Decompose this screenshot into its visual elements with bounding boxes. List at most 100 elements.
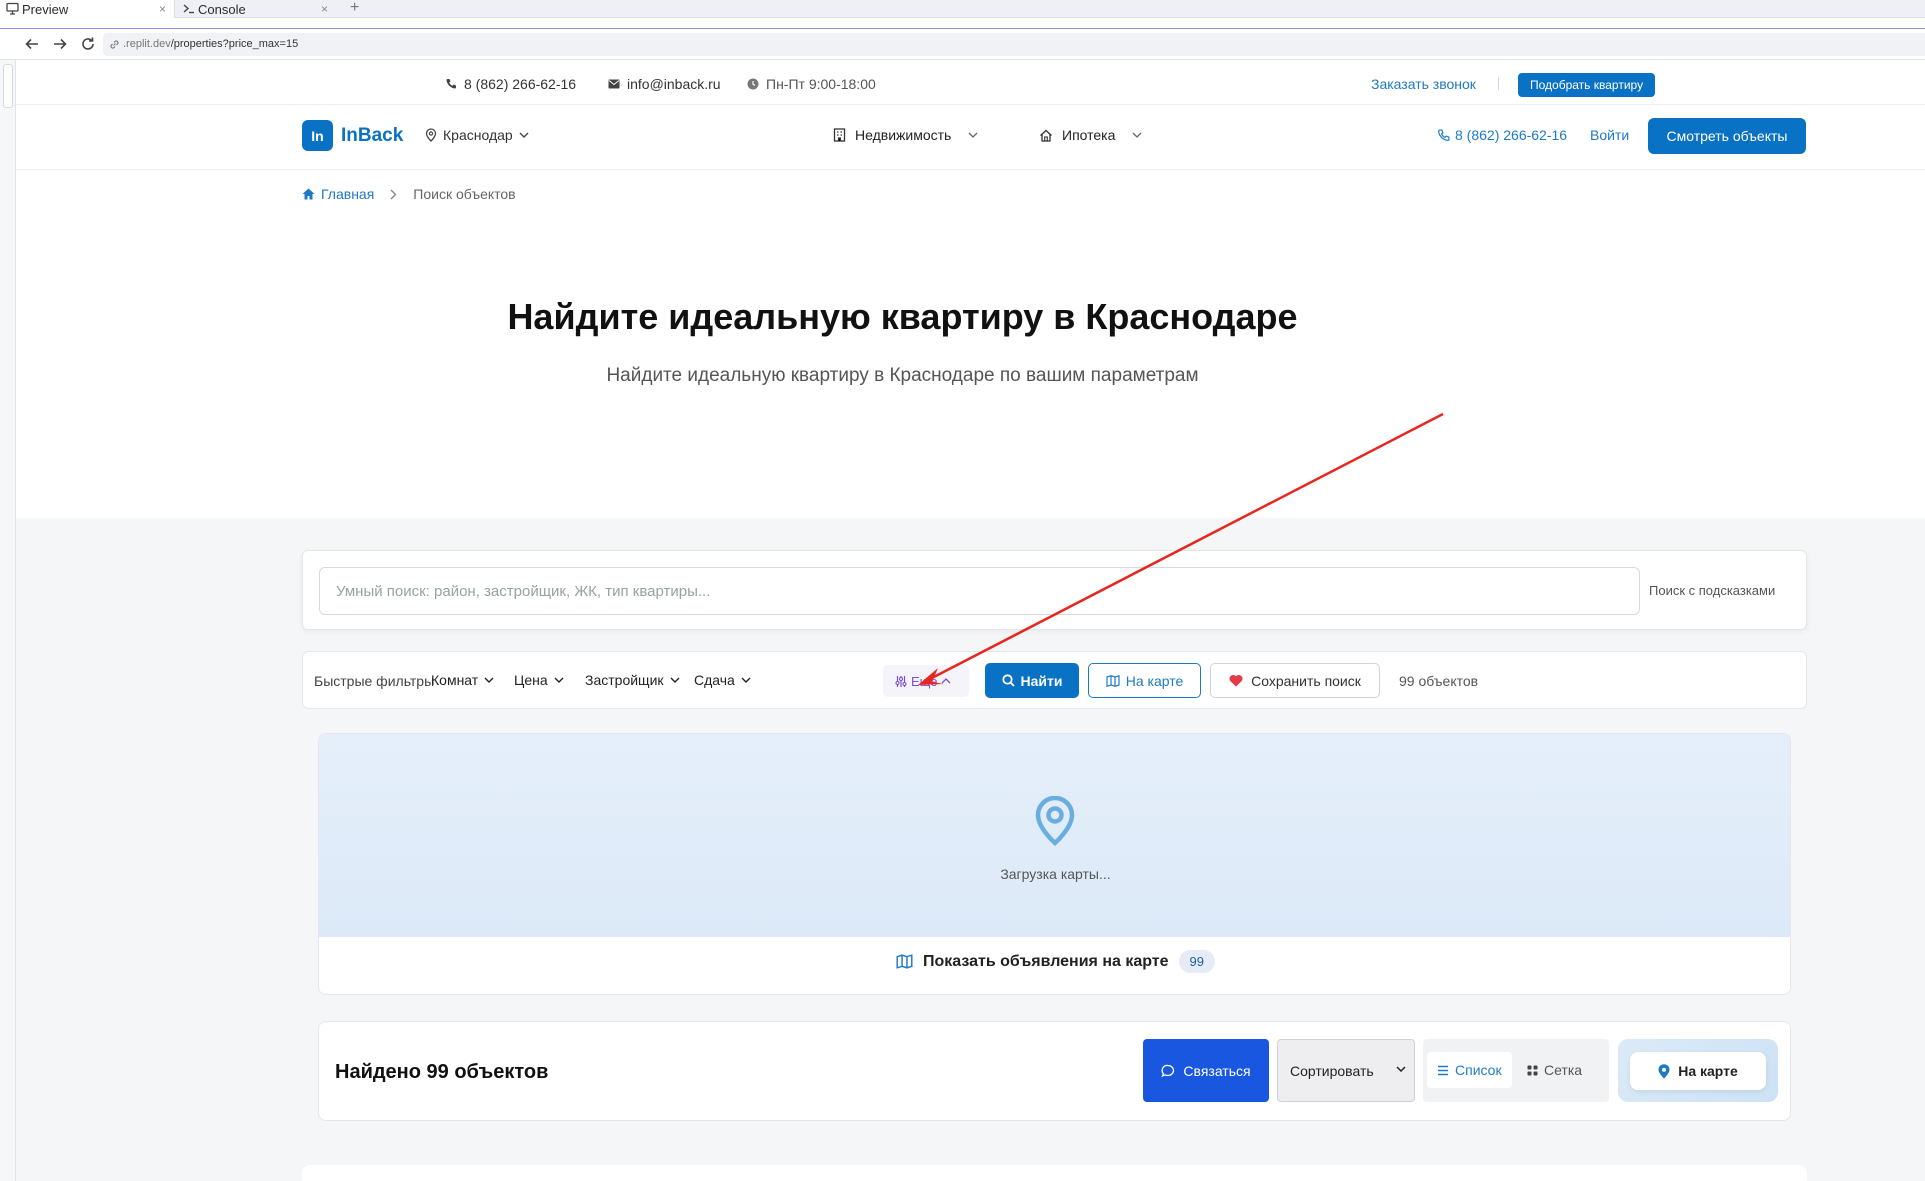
more-filters-button[interactable]: Еще xyxy=(883,665,969,697)
grid-view-button[interactable]: Сетка xyxy=(1517,1052,1592,1088)
filter-price-label: Цена xyxy=(514,672,548,688)
quick-filters-label: Быстрые фильтры xyxy=(314,673,435,689)
sort-label: Сортировать xyxy=(1290,1062,1374,1079)
find-button-label: Найти xyxy=(1020,672,1063,689)
address-bar: .replit.dev/properties?price_max=15 xyxy=(0,28,1925,60)
filter-delivery-dropdown[interactable]: Сдача xyxy=(694,672,751,688)
find-button[interactable]: Найти xyxy=(985,663,1079,698)
tab-console[interactable]: Console × xyxy=(176,0,336,18)
view-objects-button[interactable]: Смотреть объекты xyxy=(1648,118,1806,154)
results-map-button[interactable]: На карте xyxy=(1630,1052,1766,1090)
smart-search-input[interactable] xyxy=(319,567,1640,615)
forward-arrow-icon[interactable] xyxy=(52,36,68,52)
topinfo-email[interactable]: info@inback.ru xyxy=(608,76,721,92)
breadcrumb-home-label: Главная xyxy=(321,186,375,202)
breadcrumb-home[interactable]: Главная xyxy=(302,186,374,202)
list-view-button[interactable]: Список xyxy=(1427,1052,1512,1088)
search-hint: Поиск с подсказками xyxy=(1649,583,1776,598)
reload-icon[interactable] xyxy=(80,36,96,52)
topinfo-phone-text: 8 (862) 266-62-16 xyxy=(464,76,577,92)
home-icon xyxy=(1039,129,1053,142)
side-panel-strip xyxy=(0,60,16,1181)
results-map-label: На карте xyxy=(1678,1063,1738,1079)
close-icon[interactable]: × xyxy=(321,0,328,18)
url-path: /properties?price_max=15 xyxy=(170,38,299,50)
page-subtitle: Найдите идеальную квартиру в Краснодаре … xyxy=(606,365,1199,386)
chevron-up-icon xyxy=(941,678,951,684)
topinfo-phone[interactable]: 8 (862) 266-62-16 xyxy=(445,76,576,92)
nav-mortgage[interactable]: Ипотека xyxy=(1039,127,1142,143)
chevron-down-icon xyxy=(670,677,680,683)
close-icon[interactable]: × xyxy=(159,0,166,18)
panel-handle[interactable] xyxy=(3,64,13,108)
breadcrumb-current: Поиск объектов xyxy=(413,186,516,202)
tab-preview[interactable]: Preview × xyxy=(0,0,175,18)
tab-preview-label: Preview xyxy=(22,1,69,17)
filter-developer-dropdown[interactable]: Застройщик xyxy=(585,672,680,688)
contact-button[interactable]: Связаться xyxy=(1143,1039,1269,1102)
filter-rooms-dropdown[interactable]: Комнат xyxy=(431,672,494,688)
breadcrumb: Главная Поиск объектов xyxy=(302,186,516,202)
grid-icon xyxy=(1527,1065,1538,1076)
chat-icon xyxy=(1161,1064,1175,1078)
map-pin-icon xyxy=(425,128,437,142)
back-arrow-icon[interactable] xyxy=(24,36,40,52)
logo-name: InBack xyxy=(341,124,404,146)
search-icon xyxy=(1001,674,1015,687)
nav-realty[interactable]: Недвижимость xyxy=(833,127,978,143)
heart-icon xyxy=(1229,674,1243,687)
topinfo-email-text: info@inback.ru xyxy=(627,76,721,92)
save-search-button[interactable]: Сохранить поиск xyxy=(1210,663,1380,698)
nav-mortgage-label: Ипотека xyxy=(1062,127,1116,143)
save-search-label: Сохранить поиск xyxy=(1251,672,1361,689)
show-on-map-link[interactable]: Показать объявления на карте 99 xyxy=(319,950,1790,973)
map-card: Загрузка карты... Показать объявления на… xyxy=(318,733,1791,995)
new-tab-button[interactable]: + xyxy=(350,0,359,17)
on-map-button[interactable]: На карте xyxy=(1088,663,1201,698)
objects-count: 99 объектов xyxy=(1399,673,1479,689)
chevron-down-icon xyxy=(519,132,529,138)
clock-icon xyxy=(747,78,759,90)
page-title: Найдите идеальную квартиру в Краснодаре xyxy=(507,296,1298,337)
list-icon xyxy=(1437,1065,1449,1076)
url-field[interactable]: .replit.dev/properties?price_max=15 xyxy=(103,33,1925,56)
map-icon xyxy=(896,954,913,969)
callback-link[interactable]: Заказать звонок xyxy=(1371,76,1476,92)
topinfo-hours-text: Пн-Пт 9:00-18:00 xyxy=(766,76,876,92)
main-header: In InBack Краснодар Недвижимость Ипотека… xyxy=(16,106,1925,170)
sort-select[interactable]: Сортировать xyxy=(1277,1039,1415,1102)
browser-tabbar: Preview × Console × + xyxy=(0,0,1925,18)
filter-delivery-label: Сдача xyxy=(694,672,735,688)
map-count-badge: 99 xyxy=(1178,950,1215,973)
page: 8 (862) 266-62-16 info@inback.ru Пн-Пт 9… xyxy=(16,61,1925,1181)
search-card: Поиск с подсказками xyxy=(302,550,1807,630)
pick-apartment-button[interactable]: Подобрать квартиру xyxy=(1518,73,1656,97)
terminal-icon xyxy=(182,2,195,15)
chevron-down-icon xyxy=(554,677,564,683)
contact-label: Связаться xyxy=(1183,1062,1251,1079)
link-icon xyxy=(109,39,120,50)
topinfo-hours: Пн-Пт 9:00-18:00 xyxy=(747,76,876,92)
login-link[interactable]: Войти xyxy=(1590,127,1629,143)
quick-filters-bar: Быстрые фильтры Комнат Цена Застройщик С… xyxy=(302,651,1807,709)
top-info-bar: 8 (862) 266-62-16 info@inback.ru Пн-Пт 9… xyxy=(16,61,1925,105)
on-map-label: На карте xyxy=(1125,672,1184,689)
filter-price-dropdown[interactable]: Цена xyxy=(514,672,564,688)
chevron-down-icon xyxy=(484,677,494,683)
monitor-icon xyxy=(6,2,19,15)
more-filters-label: Еще xyxy=(911,673,938,689)
city-selector[interactable]: Краснодар xyxy=(425,127,529,143)
chevron-down-icon xyxy=(968,132,978,138)
filter-rooms-label: Комнат xyxy=(431,672,479,688)
grid-view-label: Сетка xyxy=(1544,1062,1583,1078)
logo[interactable]: In InBack xyxy=(302,120,403,151)
nav-realty-label: Недвижимость xyxy=(855,127,952,143)
filter-developer-label: Застройщик xyxy=(585,672,664,688)
header-phone[interactable]: 8 (862) 266-62-16 xyxy=(1437,127,1567,143)
next-section-card xyxy=(302,1165,1807,1181)
map-pin-icon xyxy=(1031,796,1079,846)
sliders-icon xyxy=(895,675,907,688)
home-icon xyxy=(302,188,315,200)
map-area[interactable]: Загрузка карты... xyxy=(319,734,1790,937)
results-count-title: Найдено 99 объектов xyxy=(335,1061,549,1083)
